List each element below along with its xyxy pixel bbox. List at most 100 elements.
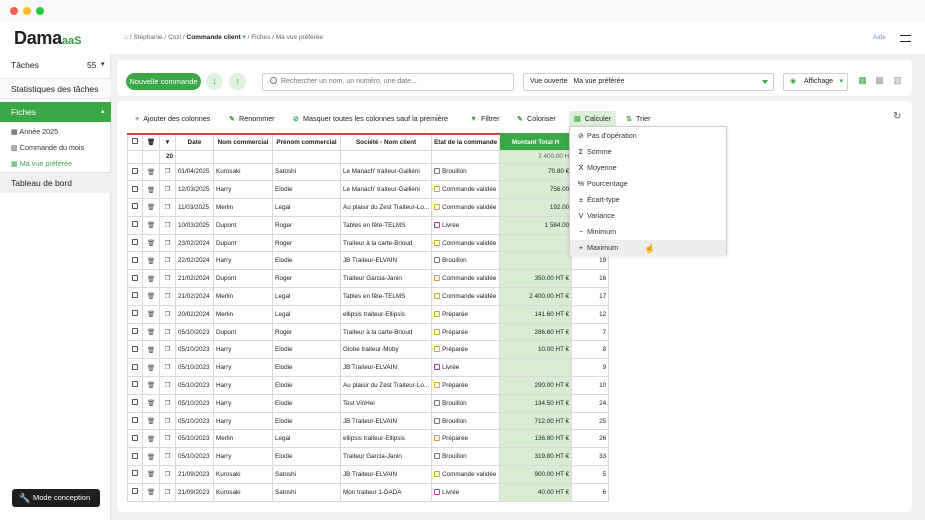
trash-icon[interactable]: 🗑 [142,447,160,467]
sidebar-item-fiches[interactable]: Fiches ▴ [0,102,111,122]
table-row[interactable]: 🗑 ❐ 22/02/2024 Harry Elodie JB Traiteur-ELVAI… [127,251,610,271]
filter-icon[interactable]: ▼ [159,133,176,151]
chevron-up-icon[interactable]: ▴ [101,102,105,122]
trash-icon[interactable]: 🗑 [142,376,160,395]
row-checkbox[interactable] [127,482,143,502]
row-checkbox[interactable] [127,429,143,449]
row-checkbox[interactable] [127,465,143,484]
column-header[interactable]: Montant Total H [499,133,573,151]
row-checkbox[interactable] [127,180,143,200]
row-checkbox[interactable] [127,287,143,306]
menu-icon[interactable] [900,35,911,42]
affichage-dropdown[interactable]: ◉ Affichage ▾ [783,73,848,91]
table-row[interactable]: 🗑 ❐ 05/10/2023 Merlin Legal ellipsis traiteur… [127,429,610,449]
hide-columns-button[interactable]: ⊘ Masquer toutes les colonnes sauf la pre… [288,111,453,127]
row-checkbox[interactable] [127,358,143,378]
mode-conception-button[interactable]: 🔧 Mode conception [12,489,100,507]
search-input[interactable]: Rechercher un nom, un numéro, une date..… [262,73,514,91]
table-row[interactable]: 🗑 ❐ 05/10/2023 Harry Elodie JB Traiteur-ELVAI… [127,411,610,431]
refresh-icon[interactable]: ↻ [893,111,901,122]
copy-icon[interactable]: ❐ [159,376,176,395]
column-header[interactable]: Prénom commercial [272,133,341,151]
calculate-button[interactable]: ▤ Calculer [569,111,617,127]
copy-icon[interactable]: ❐ [159,429,176,449]
trash-icon[interactable]: 🗑 [142,215,160,235]
row-checkbox[interactable] [127,269,143,289]
chevron-down-icon[interactable]: ▾ [101,60,105,68]
colorize-button[interactable]: ✎ Coloriser [512,111,561,127]
table-row[interactable]: 🗑 ❐ 11/03/2025 Merlin Legal Au plaisir du Zes… [127,198,610,217]
sort-button[interactable]: ⇅ Trier [621,111,656,127]
breadcrumb-item[interactable]: Cozi [168,34,181,41]
column-header[interactable]: Etat de la commande [431,133,501,151]
sidebar-item-stats[interactable]: Statistiques des tâches [0,78,111,99]
breadcrumb-item[interactable]: Commande client [187,34,241,41]
table-row[interactable]: 🗑 ❐ 23/02/2024 Dupont Roger Traiteur à la car… [127,233,610,253]
table-row[interactable]: 🗑 ❐ 05/10/2023 Harry Elodie Traiteur Garcia-J… [127,447,610,467]
select-all-checkbox[interactable] [127,133,143,151]
upload-icon[interactable]: ↑ [229,73,246,90]
copy-icon[interactable]: ❐ [159,447,176,467]
breadcrumb-item[interactable]: Stéphanie [133,34,162,41]
calc-menu-item[interactable]: ± Écart-type [570,192,726,208]
copy-icon[interactable]: ❐ [159,322,176,342]
table-row[interactable]: 🗑 ❐ 21/09/2023 Kurosaki Satoshi JB Traiteur-E… [127,465,610,484]
trash-icon[interactable]: 🗑 [142,411,160,431]
grid-view-icon[interactable]: ▩ [875,76,884,85]
minimize-window-button[interactable] [23,7,31,15]
trash-icon[interactable]: 🗑 [142,393,160,413]
rename-button[interactable]: ✎ Renommer [224,111,280,127]
home-icon[interactable]: ⌂ [124,34,128,41]
maximize-window-button[interactable] [36,7,44,15]
trash-icon[interactable]: 🗑 [142,180,160,200]
row-checkbox[interactable] [127,162,143,182]
row-checkbox[interactable] [127,340,143,360]
copy-icon[interactable]: ❐ [159,358,176,378]
sidebar-item-commande-mois[interactable]: ▥ Commande du mois [11,143,84,152]
trash-icon[interactable]: 🗑 [142,429,160,449]
copy-icon[interactable]: ❐ [159,287,176,306]
row-checkbox[interactable] [127,322,143,342]
help-link[interactable]: Aide [873,34,886,41]
copy-icon[interactable]: ❐ [159,411,176,431]
copy-icon[interactable]: ❐ [159,393,176,413]
chevron-down-icon[interactable]: ▾ [243,34,246,41]
copy-icon[interactable]: ❐ [159,304,176,324]
sidebar-item-taches[interactable]: Tâches 55 ▾ [0,60,111,76]
calc-menu-item[interactable]: ⊘ Pas d'opération [570,128,726,144]
copy-icon[interactable]: ❐ [159,215,176,235]
trash-icon[interactable]: 🗑 [142,269,160,289]
column-header[interactable]: Société - Nom client [339,133,433,151]
copy-icon[interactable]: ❐ [159,198,176,217]
trash-icon[interactable]: 🗑 [142,162,160,182]
row-checkbox[interactable] [127,304,143,324]
copy-icon[interactable]: ❐ [159,340,176,360]
trash-icon[interactable]: 🗑 [142,322,160,342]
trash-icon[interactable]: 🗑 [142,358,160,378]
chart-view-icon[interactable]: ▥ [893,76,902,85]
copy-icon[interactable]: ❐ [159,162,176,182]
copy-icon[interactable]: ❐ [159,180,176,200]
calc-menu-item[interactable]: Σ Somme [570,144,726,160]
trash-icon[interactable]: 🗑 [142,251,160,271]
table-row[interactable]: 🗑 ❐ 21/09/2023 Kurosaki Satoshi Mon traiteur … [127,482,610,502]
table-row[interactable]: 🗑 ❐ 01/04/2025 Kurosaki Satoshi Le Manach' tr… [127,162,610,182]
table-row[interactable]: 🗑 ❐ 05/10/2023 Harry Elodie Test VinHei Brouil… [127,393,610,413]
table-row[interactable]: 🗑 ❐ 21/02/2024 Merlin Legal Tables en fête-TE… [127,287,610,306]
sidebar-item-annee[interactable]: ▦ Année 2025 [11,127,58,136]
sidebar-item-tableau[interactable]: Tableau de bord [0,172,111,193]
trash-icon[interactable]: 🗑 [142,482,160,502]
row-checkbox[interactable] [127,233,143,253]
new-order-button[interactable]: Nouvelle commande [126,73,201,90]
table-row[interactable]: 🗑 ❐ 05/10/2023 Dupont Roger Traiteur à la car… [127,322,610,342]
table-row[interactable]: 🗑 ❐ 05/10/2023 Harry Elodie Au plaisir du Zes… [127,376,610,395]
trash-icon[interactable]: 🗑 [142,340,160,360]
copy-icon[interactable]: ❐ [159,251,176,271]
close-window-button[interactable] [10,7,18,15]
add-columns-button[interactable]: + Ajouter des colonnes [130,111,215,127]
row-checkbox[interactable] [127,198,143,217]
row-checkbox[interactable] [127,215,143,235]
copy-icon[interactable]: ❐ [159,269,176,289]
copy-icon[interactable]: ❐ [159,465,176,484]
table-row[interactable]: 🗑 ❐ 05/10/2023 Harry Elodie JB Traiteur-ELVAI… [127,358,610,378]
